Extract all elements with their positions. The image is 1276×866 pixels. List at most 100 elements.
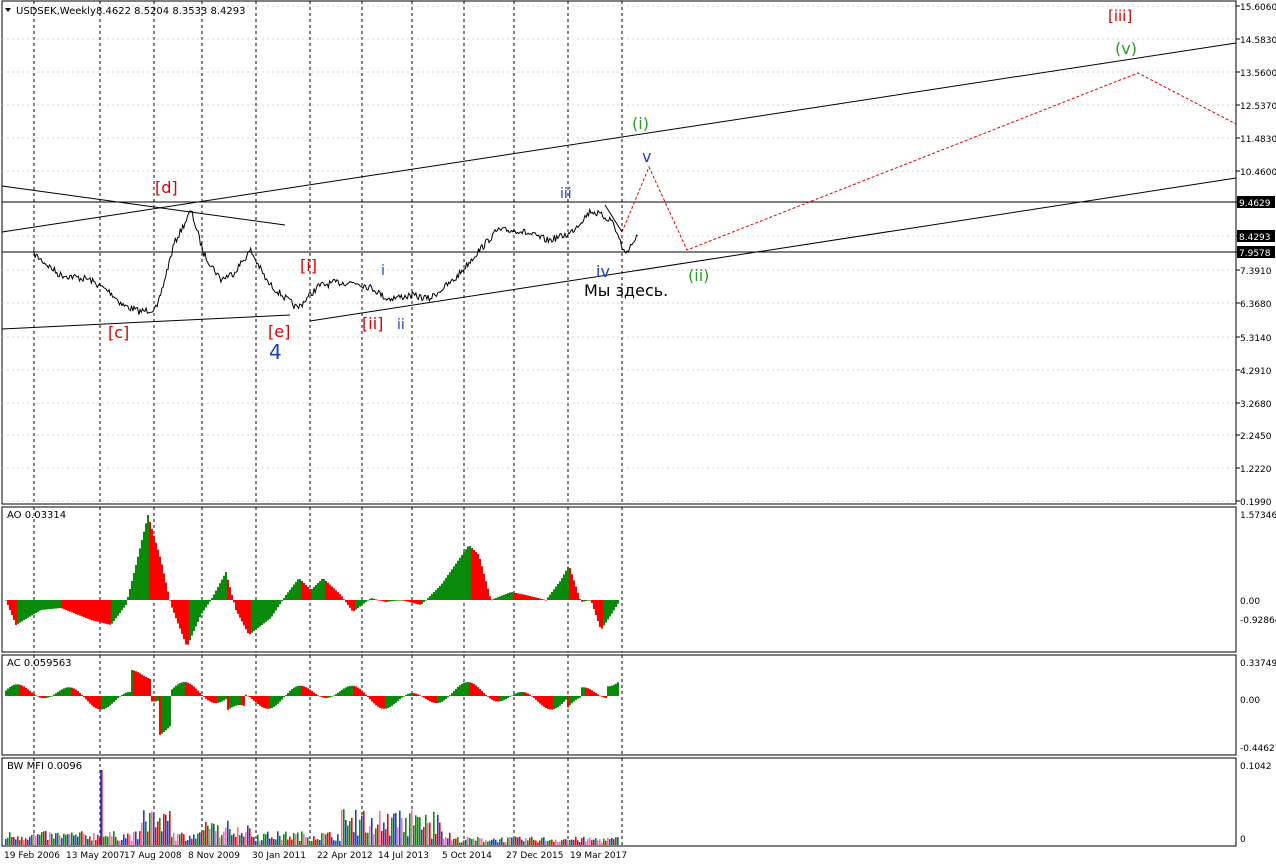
ao-bar [269, 600, 271, 619]
mfi-bar [395, 813, 397, 845]
ao-bar [441, 583, 443, 600]
mfi-bar [517, 837, 519, 845]
ac-bar [47, 696, 49, 698]
mfi-bar [65, 834, 67, 845]
mfi-bar [569, 839, 571, 845]
ao-bar [129, 589, 131, 600]
ac-bar [191, 685, 193, 696]
ac-bar [457, 686, 459, 696]
ao-bar [473, 550, 475, 600]
ac-bar [573, 696, 575, 702]
ao-bar [433, 592, 435, 600]
mfi-bar [501, 837, 503, 845]
mfi-bar [349, 821, 351, 845]
wave-label: ii [397, 317, 405, 333]
ao-bar [233, 600, 235, 603]
ao-bar [21, 600, 23, 622]
ao-bar [581, 600, 583, 602]
ao-bar [317, 583, 319, 600]
mfi-bar [135, 831, 137, 845]
y-axis-ticks: 15.6060 14.5830 13.5600 12.5370 11.4830 10.46… [1236, 3, 1276, 845]
ac-bar [391, 696, 393, 706]
mfi-bar [463, 840, 465, 845]
ac-bar [309, 689, 311, 696]
ao-bar [197, 600, 199, 622]
ac-bar [137, 672, 139, 696]
x-tick-label: 13 May 2007 [66, 851, 125, 861]
mfi-bar [55, 833, 57, 845]
ao-bar [557, 584, 559, 600]
ao-bar [287, 592, 289, 600]
ac-bar [519, 692, 521, 696]
ao-bar [321, 579, 323, 600]
mfi-bar [313, 836, 315, 845]
ao-bar [109, 600, 111, 625]
ao-bar [413, 600, 415, 604]
mfi-bar [309, 840, 311, 845]
mfi-bar [379, 810, 381, 845]
ao-bar [455, 563, 457, 600]
wave-labels: [iii] (v) (i) v iii [d] [i] i iv (ii) [c] [e]4 [ii] i… [108, 7, 1137, 364]
ao-bar [323, 578, 325, 600]
mfi-bar [533, 839, 535, 845]
y-tick-label: 7.3910 [1240, 267, 1272, 277]
ao-bar [439, 586, 441, 600]
ac-bar [173, 687, 175, 696]
ao-bar [331, 586, 333, 600]
ao-bar [325, 580, 327, 600]
ao-bar [539, 598, 541, 600]
mfi-bar [111, 836, 113, 845]
mfi-bar [231, 835, 233, 845]
mfi-bar [27, 839, 29, 845]
mfi-histogram [5, 770, 619, 845]
mfi-bar [473, 838, 475, 845]
ac-bar [195, 688, 197, 696]
ao-bar [491, 599, 493, 601]
ac-bar [251, 696, 253, 699]
ao-bar [57, 600, 59, 609]
wave-label: (ii) [688, 266, 709, 285]
ao-bar [117, 600, 119, 616]
mfi-bar [267, 831, 269, 845]
ac-bar [49, 696, 51, 697]
mfi-bar [497, 842, 499, 845]
ac-bar [63, 688, 65, 696]
mfi-bar [573, 839, 575, 845]
mfi-bar [471, 839, 473, 845]
collapse-triangle-icon[interactable] [5, 8, 11, 12]
ac-bar [157, 696, 159, 701]
ac-bar [319, 696, 321, 697]
ac-bar [405, 694, 407, 696]
ao-bar [47, 600, 49, 610]
mfi-bar [67, 834, 69, 845]
mfi-bar [435, 833, 437, 845]
ac-bar [149, 678, 151, 696]
ac-bar [389, 696, 391, 708]
ac-bar [177, 684, 179, 696]
ao-bar [549, 594, 551, 600]
price-line [33, 207, 638, 315]
mfi-bar [279, 835, 281, 845]
mfi-bar [409, 813, 411, 845]
ao-bar [343, 599, 345, 600]
mfi-bar [549, 840, 551, 845]
ao-bar [125, 600, 127, 605]
mfi-bar [143, 810, 145, 845]
mfi-bar [197, 833, 199, 845]
ac-bar [427, 696, 429, 701]
ac-bar [417, 694, 419, 696]
price-series [33, 207, 638, 315]
ac-bar [327, 696, 329, 698]
mfi-bar [465, 839, 467, 845]
mfi-bar [505, 842, 507, 845]
mfi-bar [319, 839, 321, 845]
ao-bar [49, 600, 51, 610]
mfi-bar [277, 831, 279, 845]
ao-bar [71, 600, 73, 613]
ac-bar [567, 696, 569, 708]
mfi-bar [253, 837, 255, 845]
ao-bar [397, 600, 399, 601]
mfi-bar [245, 832, 247, 845]
projection-line [621, 72, 1237, 251]
mfi-bar [523, 841, 525, 845]
